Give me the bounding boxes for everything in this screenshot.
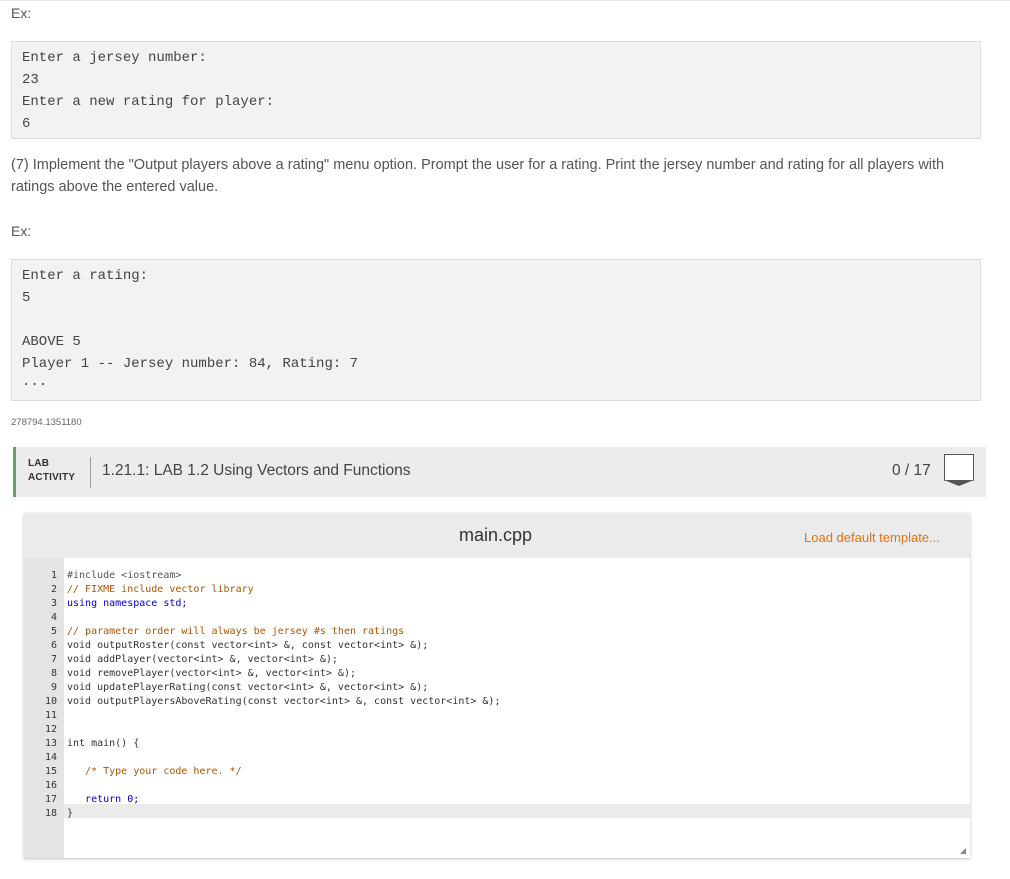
line-number: 16 (44, 780, 57, 791)
line-number: 11 (44, 710, 57, 721)
code-line: void outputPlayersAboveRating(const vect… (67, 696, 501, 707)
example-label: Ex: (11, 223, 32, 239)
console-line: ... (22, 374, 48, 390)
console-line: Enter a jersey number: (22, 50, 207, 66)
load-default-template-link[interactable]: Load default template... (804, 530, 940, 545)
lab-label: LAB (28, 458, 50, 469)
code-line: // parameter order will always be jersey… (67, 626, 405, 637)
code-line: /* Type your code here. */ (67, 766, 242, 777)
lab-activity: LAB ACTIVITY 1.21.1: LAB 1.2 Using Vecto… (13, 447, 986, 879)
editor-toolbar: main.cpp Load default template... (24, 513, 970, 558)
line-number: 18 (44, 808, 57, 819)
file-name: main.cpp (459, 525, 533, 545)
line-number-gutter: 1 2 3 4 5 6 7 8 9 10 11 12 13 14 15 16 1… (24, 558, 64, 858)
completion-badge-tip (944, 480, 974, 486)
code-editor: main.cpp Load default template... 1 2 3 … (24, 513, 970, 858)
line-number: 17 (44, 794, 57, 805)
console-line: ABOVE 5 (22, 334, 81, 350)
lab-score: 0 / 17 (892, 462, 931, 479)
code-line: int main() { (67, 738, 140, 749)
lab-title: 1.21.1: LAB 1.2 Using Vectors and Functi… (102, 462, 411, 479)
console-line: 6 (22, 116, 31, 132)
line-number: 9 (50, 682, 57, 693)
code-line: } (67, 808, 74, 819)
lab-header: LAB ACTIVITY 1.21.1: LAB 1.2 Using Vecto… (13, 447, 986, 497)
console-line: Enter a rating: (22, 268, 149, 284)
resize-handle[interactable] (960, 848, 966, 854)
console-line: Player 1 -- Jersey number: 84, Rating: 7 (22, 356, 359, 372)
line-number: 6 (50, 640, 57, 651)
console-line: 23 (22, 72, 39, 88)
instruction-paragraph: (7) Implement the "Output players above … (11, 157, 945, 195)
example-console-2: Enter a rating: 5 ABOVE 5 Player 1 -- Je… (11, 259, 981, 401)
line-number: 2 (50, 584, 57, 595)
line-number: 4 (50, 612, 57, 623)
line-number: 15 (44, 766, 57, 777)
example-label: Ex: (11, 5, 32, 21)
header-divider (90, 457, 91, 488)
line-number: 13 (44, 738, 57, 749)
activity-id: 278794.1351180 (11, 417, 82, 428)
top-divider (0, 0, 1010, 1)
code-line: void addPlayer(vector<int> &, vector<int… (67, 654, 338, 665)
activity-label: ACTIVITY (28, 472, 76, 483)
line-number: 14 (44, 752, 57, 763)
code-line: using namespace std; (67, 598, 188, 609)
line-number: 8 (50, 668, 57, 679)
code-line: void outputRoster(const vector<int> &, c… (67, 640, 429, 651)
line-number: 12 (44, 724, 57, 735)
code-line: return 0; (67, 794, 140, 805)
line-number: 1 (50, 570, 57, 581)
example-console-1: Enter a jersey number: 23 Enter a new ra… (11, 41, 981, 139)
code-line: // FIXME include vector library (67, 584, 254, 595)
console-line: Enter a new rating for player: (22, 94, 275, 110)
line-number: 5 (50, 626, 57, 637)
code-line: #include <iostream> (67, 570, 182, 581)
line-number: 3 (50, 598, 57, 609)
code-input-area[interactable]: #include <iostream> // FIXME include vec… (64, 558, 970, 858)
completion-badge-icon (944, 454, 974, 481)
console-line: 5 (22, 290, 31, 306)
active-line-highlight (64, 804, 970, 818)
line-number: 7 (50, 654, 57, 665)
code-line: void removePlayer(vector<int> &, vector<… (67, 668, 356, 679)
line-number: 10 (44, 696, 57, 707)
code-line: void updatePlayerRating(const vector<int… (67, 682, 429, 693)
